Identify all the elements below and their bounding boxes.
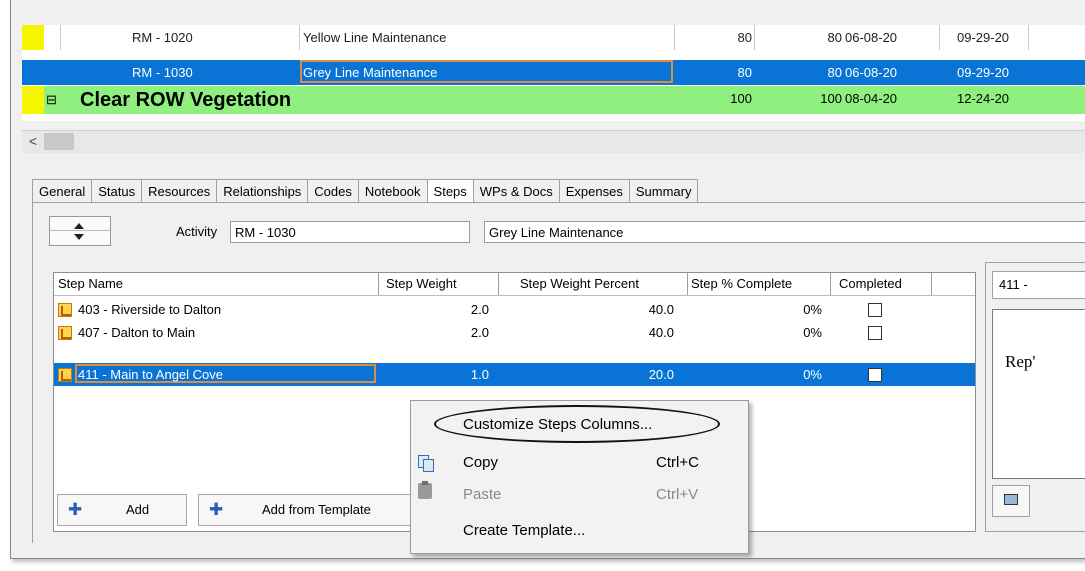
activity-row-selected[interactable]: RM - 1030 Grey Line Maintenance 80 80 06… — [22, 60, 1085, 85]
plus-icon: ✚ — [68, 500, 83, 519]
value-cell: 100 — [730, 91, 752, 106]
step-name: 403 - Riverside to Dalton — [78, 302, 222, 317]
step-name: 411 - Main to Angel Cove — [78, 367, 224, 382]
col-step-weight[interactable]: Step Weight — [386, 273, 457, 295]
activity-name: Yellow Line Maintenance — [303, 30, 447, 45]
value-cell: 80 — [737, 65, 752, 80]
value-cell: 100 — [820, 91, 842, 106]
menu-shortcut: Ctrl+C — [656, 454, 699, 471]
view-button[interactable] — [992, 485, 1030, 517]
step-weight-percent: 40.0 — [648, 325, 674, 340]
step-icon — [58, 326, 72, 340]
step-description-text: Rep' — [1005, 352, 1036, 371]
monitor-icon — [1004, 494, 1018, 505]
step-detail-pane: 411 - Rep' — [985, 262, 1085, 532]
scroll-left-icon[interactable]: < — [25, 133, 41, 150]
tab-codes[interactable]: Codes — [307, 179, 359, 203]
add-button[interactable]: ✚ Add — [57, 494, 187, 526]
menu-shortcut: Ctrl+V — [656, 486, 699, 503]
copy-icon — [418, 455, 434, 472]
menu-copy[interactable]: Copy Ctrl+C — [411, 449, 748, 477]
start-date: 06-08-20 — [845, 65, 898, 80]
horizontal-scrollbar[interactable]: < — [22, 130, 1085, 153]
row-marker — [22, 60, 44, 85]
step-row[interactable]: 407 - Dalton to Main 2.0 40.0 0% — [54, 321, 975, 344]
step-icon — [58, 368, 72, 382]
row-marker — [22, 86, 44, 114]
step-weight: 1.0 — [470, 367, 489, 382]
activity-id: RM - 1030 — [132, 65, 193, 80]
step-row-selected[interactable]: 411 - Main to Angel Cove 1.0 20.0 0% — [54, 363, 975, 386]
wbs-name: Clear ROW Vegetation — [80, 89, 292, 111]
step-complete: 0% — [803, 367, 822, 382]
tab-relationships[interactable]: Relationships — [216, 179, 309, 203]
step-name: 407 - Dalton to Main — [78, 325, 196, 340]
value-cell: 80 — [737, 30, 752, 45]
start-date: 06-08-20 — [845, 30, 898, 45]
tab-notebook[interactable]: Notebook — [357, 179, 428, 203]
arrow-down-icon[interactable] — [74, 234, 84, 240]
activity-name-field[interactable]: Grey Line Maintenance — [484, 221, 1085, 243]
step-weight: 2.0 — [470, 302, 489, 317]
menu-item-label: Paste — [463, 486, 502, 503]
plus-icon: ✚ — [209, 500, 224, 519]
activity-name: Grey Line Maintenance — [303, 65, 438, 80]
completed-checkbox[interactable] — [868, 368, 882, 382]
col-step-complete[interactable]: Step % Complete — [691, 273, 792, 295]
tab-general[interactable]: General — [32, 179, 93, 203]
tab-expenses[interactable]: Expenses — [558, 179, 630, 203]
add-label: Add — [126, 502, 150, 517]
paste-icon — [418, 481, 432, 499]
menu-create-template[interactable]: Create Template... — [411, 517, 748, 545]
step-weight-percent: 20.0 — [648, 367, 674, 382]
start-date: 08-04-20 — [845, 91, 898, 106]
activity-id: RM - 1020 — [132, 30, 193, 45]
activity-id-field[interactable]: RM - 1030 — [230, 221, 470, 243]
step-description[interactable]: Rep' — [992, 309, 1085, 479]
col-completed[interactable]: Completed — [839, 273, 902, 295]
tab-resources[interactable]: Resources — [141, 179, 218, 203]
menu-paste[interactable]: Paste Ctrl+V — [411, 481, 748, 509]
wbs-row[interactable]: ⊟ Clear ROW Vegetation 100 100 08-04-20 … — [22, 86, 1085, 114]
tab-wps-docs[interactable]: WPs & Docs — [472, 179, 560, 203]
finish-date: 09-29-20 — [957, 30, 1010, 45]
arrow-up-icon[interactable] — [74, 223, 84, 229]
finish-date: 09-29-20 — [957, 65, 1010, 80]
step-weight-percent: 40.0 — [648, 302, 674, 317]
col-step-weight-percent[interactable]: Step Weight Percent — [520, 273, 639, 295]
step-row[interactable]: 403 - Riverside to Dalton 2.0 40.0 0% — [54, 298, 975, 321]
tab-summary[interactable]: Summary — [628, 179, 699, 203]
completed-checkbox[interactable] — [868, 303, 882, 317]
collapse-icon[interactable]: ⊟ — [46, 86, 57, 114]
add-template-label: Add from Template — [262, 502, 371, 517]
completed-checkbox[interactable] — [868, 326, 882, 340]
activity-label: Activity — [176, 224, 218, 239]
menu-item-label: Copy — [463, 454, 499, 471]
menu-item-label: Create Template... — [463, 522, 586, 539]
finish-date: 12-24-20 — [957, 91, 1010, 106]
activity-row[interactable]: RM - 1020 Yellow Line Maintenance 80 80 … — [22, 25, 1085, 50]
col-step-name[interactable]: Step Name — [58, 273, 123, 295]
tab-status[interactable]: Status — [91, 179, 143, 203]
grid-header: Step Name Step Weight Step Weight Percen… — [54, 273, 975, 296]
step-detail-header: 411 - — [992, 271, 1085, 299]
activity-spinner[interactable] — [49, 216, 111, 246]
tab-steps[interactable]: Steps — [426, 179, 474, 203]
step-icon — [58, 303, 72, 317]
value-cell: 80 — [827, 30, 842, 45]
scroll-thumb[interactable] — [44, 133, 74, 150]
value-cell: 80 — [827, 65, 842, 80]
step-complete: 0% — [803, 302, 822, 317]
highlight-ellipse — [434, 405, 720, 443]
detail-tabs: General Status Resources Relationships C… — [32, 179, 699, 203]
activity-table: RM - 1020 Yellow Line Maintenance 80 80 … — [22, 25, 1085, 121]
step-weight: 2.0 — [470, 325, 489, 340]
add-from-template-button[interactable]: ✚ Add from Template — [198, 494, 411, 526]
row-marker — [22, 25, 44, 50]
step-complete: 0% — [803, 325, 822, 340]
